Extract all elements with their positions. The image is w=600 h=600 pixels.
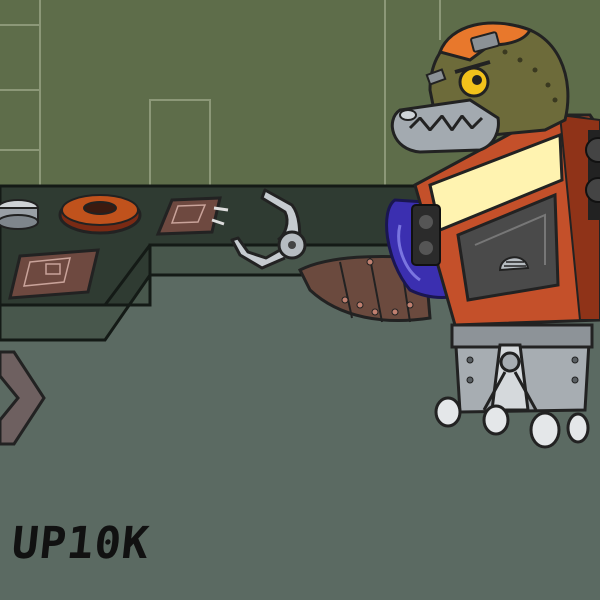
- hud-code-text: UP10K: [9, 518, 153, 569]
- bench-part-circuit-board[interactable]: [8, 248, 100, 300]
- bench-part-cap[interactable]: [0, 199, 39, 230]
- robot-chest-speaker: [411, 204, 441, 266]
- robot-wheel-base: [450, 323, 594, 414]
- robot-jaw: [390, 98, 500, 154]
- gear-icon: [277, 230, 307, 260]
- speaker-icon: [585, 130, 600, 220]
- bench-part-coil[interactable]: [58, 194, 142, 235]
- game-scene: [0, 0, 600, 600]
